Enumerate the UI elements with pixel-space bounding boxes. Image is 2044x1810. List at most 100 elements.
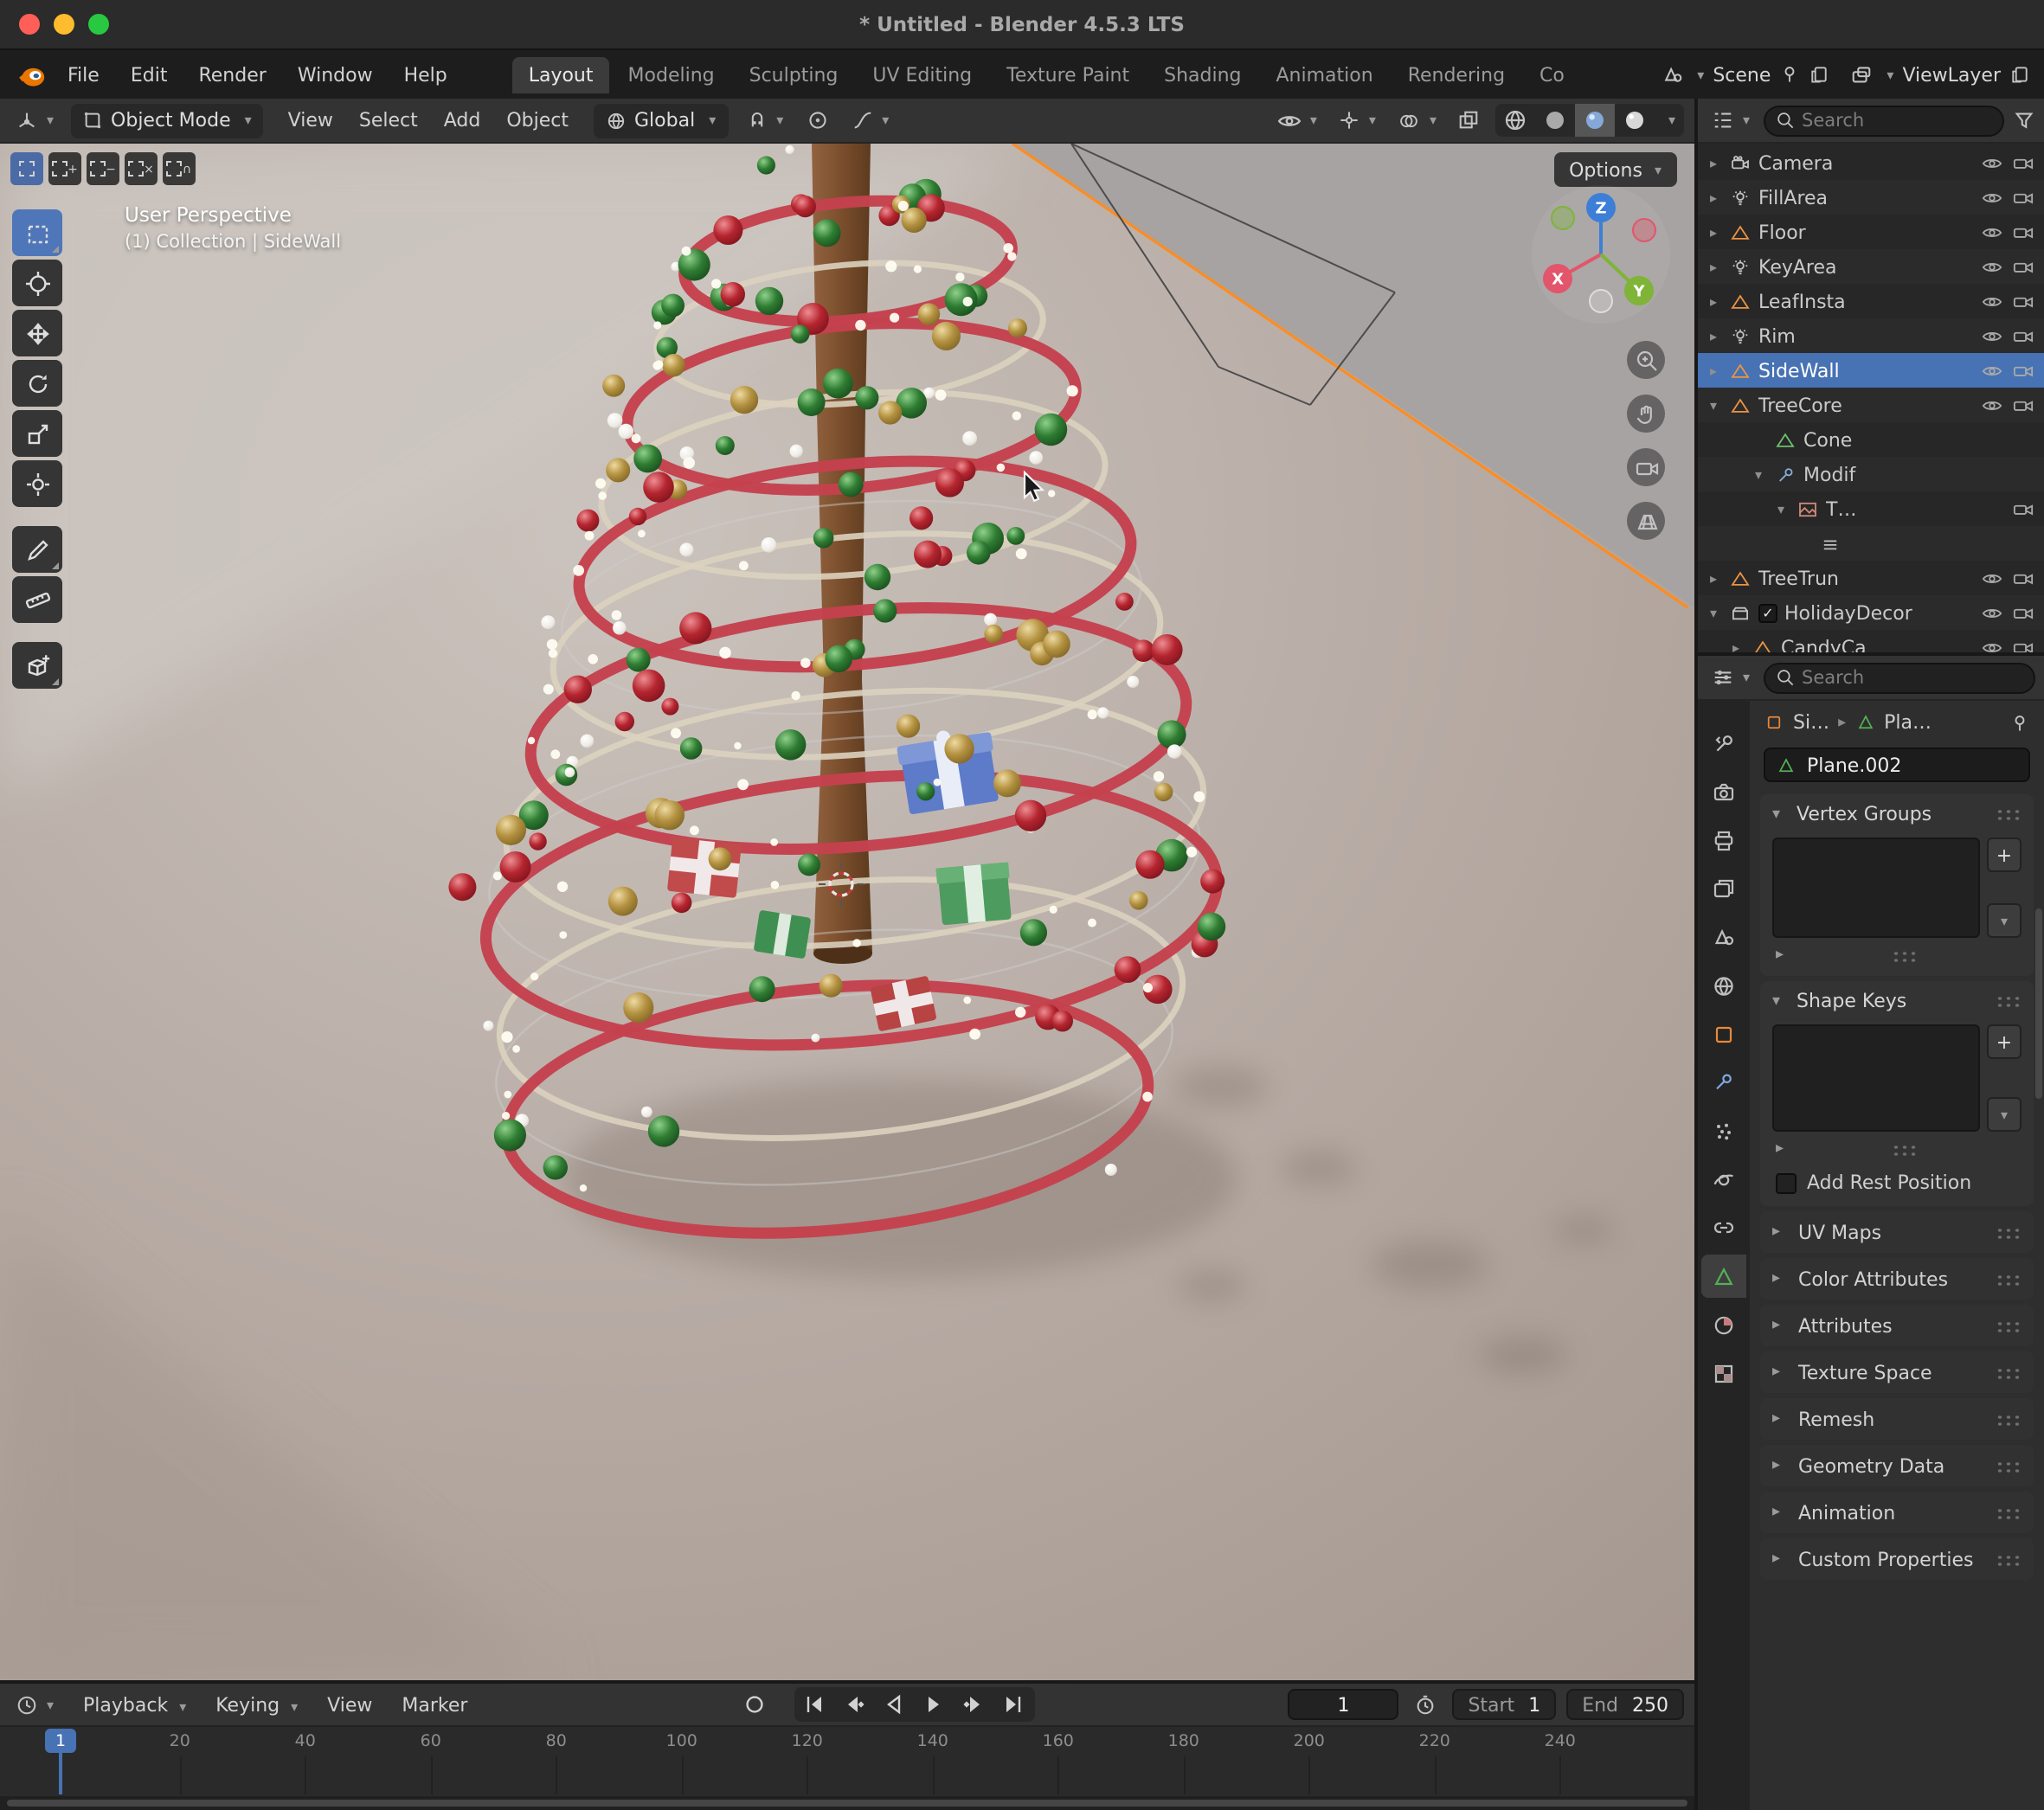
properties-tab-constraints[interactable] (1701, 1206, 1746, 1249)
play-reverse-button[interactable] (875, 1689, 913, 1720)
expand-icon[interactable]: ▸ (1705, 570, 1722, 586)
drag-handle-icon[interactable] (1996, 995, 2022, 1007)
camera-view-button[interactable] (1627, 448, 1665, 486)
outliner-item-t[interactable]: ▾T… (1698, 491, 2044, 526)
proportional-editing-toggle[interactable] (800, 106, 833, 135)
shape-keys-list[interactable] (1772, 1024, 1980, 1132)
hide-in-viewport-toggle[interactable] (1982, 259, 2002, 274)
tool-rotate[interactable] (12, 360, 62, 407)
properties-tab-object[interactable] (1701, 1012, 1746, 1056)
playhead-flag[interactable]: 1 (45, 1729, 76, 1753)
properties-tab-world[interactable] (1701, 964, 1746, 1007)
select-invert-button[interactable]: × (125, 152, 157, 185)
menu-edit[interactable]: Edit (117, 58, 182, 91)
timeline-menu-marker[interactable]: Marker (388, 1688, 481, 1721)
jump-to-end-button[interactable] (994, 1689, 1032, 1720)
properties-editor-selector[interactable]: ▾ (1707, 663, 1755, 692)
panel-geometry-data[interactable]: ▸Geometry Data (1760, 1445, 2034, 1486)
transform-orientation-selector[interactable]: Global▾ (593, 103, 728, 138)
outliner-item-node[interactable] (1698, 526, 2044, 561)
perspective-toggle-button[interactable] (1627, 502, 1665, 540)
end-frame-field[interactable]: End250 (1566, 1689, 1684, 1720)
minimize-window-button[interactable] (54, 14, 74, 35)
close-window-button[interactable] (19, 14, 40, 35)
expand-icon[interactable]: ▸ (1705, 224, 1722, 240)
list-filter-expand-icon[interactable]: ▸ (1776, 1140, 1791, 1158)
outliner-editor-selector[interactable]: ▾ (1707, 106, 1755, 135)
hide-in-viewport-toggle[interactable] (1982, 189, 2002, 205)
shading-rendered-button[interactable] (1615, 104, 1655, 137)
pan-hand-button[interactable] (1627, 395, 1665, 433)
drag-handle-icon[interactable] (1996, 1460, 2022, 1472)
previous-keyframe-button[interactable] (835, 1689, 873, 1720)
gift-red[interactable] (667, 838, 742, 898)
select-subtract-button[interactable]: − (87, 152, 119, 185)
properties-search[interactable] (1764, 662, 2035, 693)
outliner-item-keyarea[interactable]: ▸KeyArea (1698, 249, 2044, 284)
workspace-tab-modeling[interactable]: Modeling (613, 56, 730, 93)
properties-tab-viewlayer[interactable] (1701, 867, 1746, 910)
workspace-tab-animation[interactable]: Animation (1261, 56, 1389, 93)
tool-scale[interactable] (12, 410, 62, 457)
workspace-tab-co[interactable]: Co (1524, 56, 1580, 93)
expand-icon[interactable]: ▸ (1705, 363, 1722, 378)
add-vertex-group-button[interactable]: + (1987, 838, 2022, 872)
viewport-menu-object[interactable]: Object (494, 104, 581, 137)
panel-texture-space[interactable]: ▸Texture Space (1760, 1351, 2034, 1393)
outliner-search[interactable] (1764, 105, 2004, 136)
next-keyframe-button[interactable] (955, 1689, 993, 1720)
disable-in-renders-toggle[interactable] (2013, 259, 2034, 274)
vertex-group-specials-button[interactable]: ▾ (1987, 903, 2022, 938)
outliner-item-leafinsta[interactable]: ▸LeafInsta (1698, 284, 2044, 318)
current-frame-field[interactable]: 1 (1288, 1689, 1398, 1720)
disable-in-renders-toggle[interactable] (2013, 397, 2034, 413)
drag-handle-icon[interactable] (1996, 1226, 2022, 1238)
hide-in-viewport-toggle[interactable] (1982, 328, 2002, 343)
drag-handle-icon[interactable] (1996, 1506, 2022, 1518)
panel-color-attributes[interactable]: ▸Color Attributes (1760, 1258, 2034, 1300)
menu-render[interactable]: Render (184, 58, 280, 91)
outliner-item-floor[interactable]: ▸Floor (1698, 215, 2044, 249)
expand-icon[interactable]: ▸ (1705, 328, 1722, 343)
timeline-menu-view[interactable]: View (313, 1688, 386, 1721)
disable-in-renders-toggle[interactable] (2013, 639, 2034, 652)
gizmo-x-neg[interactable] (1633, 219, 1655, 241)
outliner-item-cone[interactable]: Cone (1698, 422, 2044, 457)
outliner-item-holidaydecor[interactable]: ▾✓HolidayDecor (1698, 595, 2044, 630)
hide-in-viewport-toggle[interactable] (1982, 155, 2002, 170)
shading-options-button[interactable]: ▾ (1655, 107, 1684, 133)
shading-wireframe-button[interactable] (1495, 104, 1535, 137)
start-frame-field[interactable]: Start1 (1452, 1689, 1556, 1720)
properties-tab-data[interactable] (1701, 1255, 1746, 1298)
drag-handle-icon[interactable] (1996, 1553, 2022, 1565)
scene-selector[interactable]: ▾ Scene (1661, 63, 1829, 86)
tool-add-cube[interactable] (12, 642, 62, 689)
menu-window[interactable]: Window (284, 58, 387, 91)
shading-solid-button[interactable] (1535, 104, 1575, 137)
properties-tab-output[interactable] (1701, 818, 1746, 862)
disable-in-renders-toggle[interactable] (2013, 293, 2034, 309)
select-set-button[interactable] (10, 152, 43, 185)
workspace-tab-rendering[interactable]: Rendering (1392, 56, 1520, 93)
drag-handle-icon[interactable] (1996, 808, 2022, 820)
new-scene-icon[interactable] (1809, 64, 1829, 85)
expand-icon[interactable]: ▾ (1750, 466, 1767, 482)
gizmo-z-neg[interactable] (1590, 290, 1612, 312)
tool-cursor[interactable] (12, 260, 62, 306)
expand-icon[interactable]: ▸ (1705, 259, 1722, 274)
hide-in-viewport-toggle[interactable] (1982, 224, 2002, 240)
expand-icon[interactable]: ▸ (1705, 155, 1722, 170)
outliner-item-rim[interactable]: ▸Rim (1698, 318, 2044, 353)
select-intersect-button[interactable]: ∩ (163, 152, 196, 185)
properties-tab-physics[interactable] (1701, 1158, 1746, 1201)
viewport-menu-view[interactable]: View (276, 104, 345, 137)
gift-green-small[interactable] (754, 910, 812, 960)
properties-search-input[interactable] (1802, 667, 2023, 688)
drag-handle-icon[interactable] (1996, 1366, 2022, 1378)
timeline-scrollbar[interactable] (0, 1796, 1694, 1810)
breadcrumb-object[interactable]: Si… (1793, 711, 1829, 734)
object-breadcrumb-icon[interactable] (1764, 713, 1784, 732)
editor-type-selector[interactable]: ▾ (10, 106, 59, 135)
timeline-editor-selector[interactable]: ▾ (10, 1690, 59, 1719)
viewport-scene[interactable] (0, 144, 1694, 1680)
